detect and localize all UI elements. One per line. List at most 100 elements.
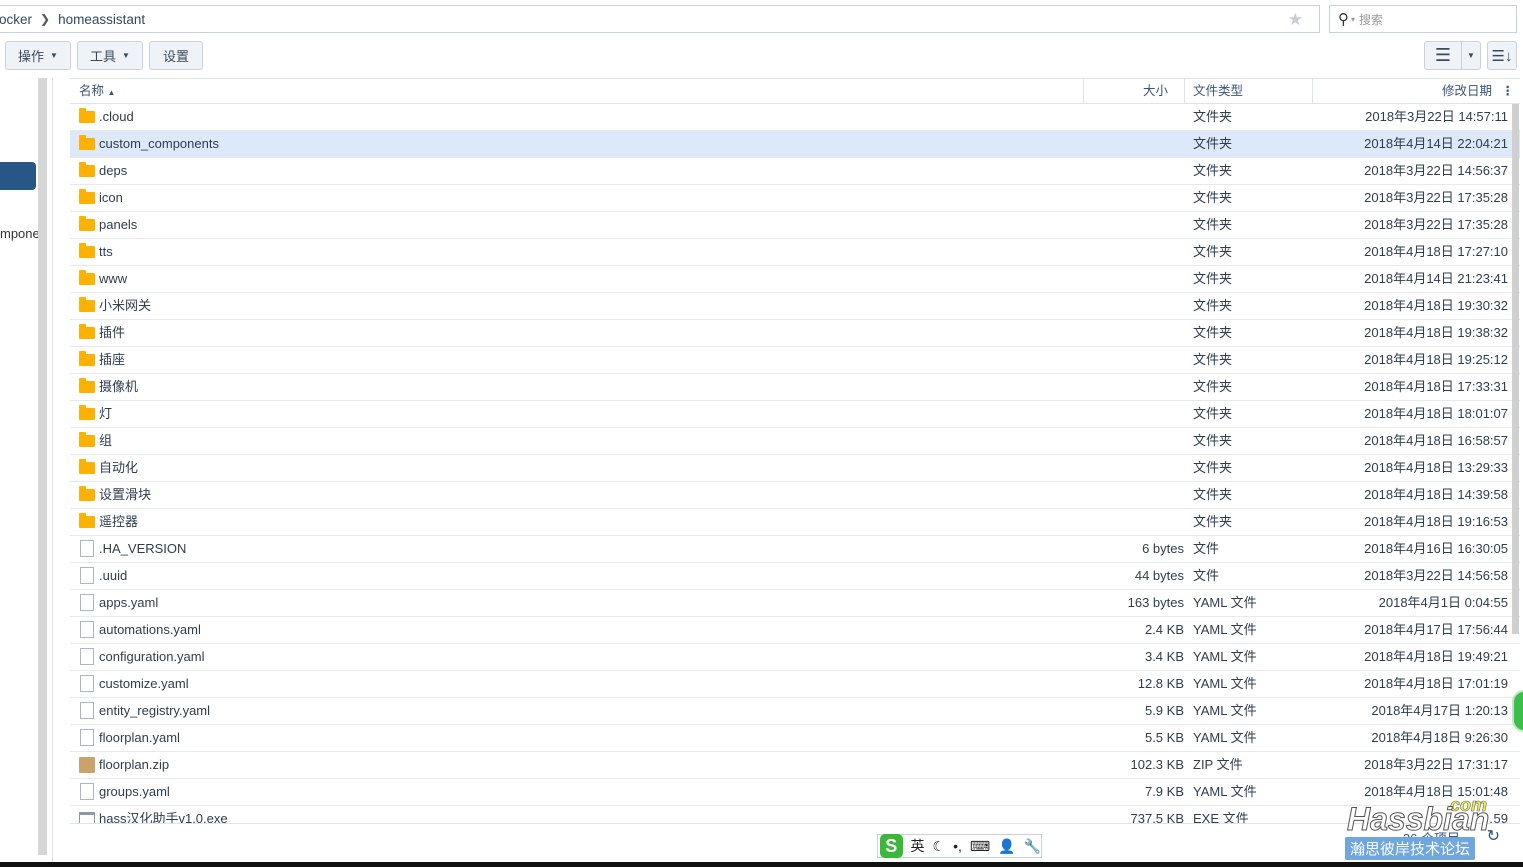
folder-icon xyxy=(79,459,95,474)
folder-icon xyxy=(79,189,95,204)
file-row[interactable]: groups.yaml 7.9 KB YAML 文件 2018年4月18日 15… xyxy=(70,779,1520,806)
file-row[interactable]: .uuid 44 bytes 文件 2018年3月22日 14:56:58 xyxy=(70,563,1520,590)
file-row[interactable]: floorplan.yaml 5.5 KB YAML 文件 2018年4月18日… xyxy=(70,725,1520,752)
floating-button[interactable] xyxy=(1512,690,1523,732)
file-name: floorplan.zip xyxy=(99,757,170,772)
file-type: 文件夹 xyxy=(1193,352,1233,367)
file-modified: 2018年4月18日 19:38:32 xyxy=(1364,325,1508,340)
file-row[interactable]: 设置滑块 文件夹 2018年4月18日 14:39:58 xyxy=(70,482,1520,509)
sidebar-selected-item[interactable] xyxy=(0,162,36,190)
sogou-logo-icon[interactable]: S xyxy=(880,834,903,858)
breadcrumb[interactable]: ocker ❯ homeassistant ★ xyxy=(0,5,1320,33)
divider xyxy=(1083,79,1084,104)
file-size: 44 bytes xyxy=(1134,568,1184,583)
file-name: apps.yaml xyxy=(99,595,159,610)
file-row[interactable]: custom_components 文件夹 2018年4月14日 22:04:2… xyxy=(70,131,1520,158)
file-icon xyxy=(80,783,94,800)
file-row[interactable]: entity_registry.yaml 5.9 KB YAML 文件 2018… xyxy=(70,698,1520,725)
tools-button[interactable]: 工具 ▼ xyxy=(77,41,143,70)
column-size[interactable]: 大小 xyxy=(1143,79,1168,104)
folder-icon xyxy=(79,297,95,312)
file-type: 文件 xyxy=(1193,541,1220,556)
file-row[interactable]: 组 文件夹 2018年4月18日 16:58:57 xyxy=(70,428,1520,455)
punctuation-icon[interactable]: •, xyxy=(953,838,962,854)
file-row[interactable]: configuration.yaml 3.4 KB YAML 文件 2018年4… xyxy=(70,644,1520,671)
sort-icon: ☰↓ xyxy=(1491,47,1513,65)
splitter[interactable] xyxy=(52,78,53,862)
file-type: YAML 文件 xyxy=(1193,595,1257,610)
file-modified: 2018年3月22日 17:31:17 xyxy=(1364,757,1508,772)
list-scrollbar[interactable] xyxy=(1512,104,1519,634)
file-row[interactable]: floorplan.zip 102.3 KB ZIP 文件 2018年3月22日… xyxy=(70,752,1520,779)
caret-down-icon: ▼ xyxy=(50,51,58,60)
file-name: 插件 xyxy=(99,325,126,340)
file-row[interactable]: customize.yaml 12.8 KB YAML 文件 2018年4月18… xyxy=(70,671,1520,698)
file-size: 7.9 KB xyxy=(1144,784,1184,799)
folder-icon xyxy=(79,270,95,285)
file-name: 摄像机 xyxy=(99,379,139,394)
file-row[interactable]: apps.yaml 163 bytes YAML 文件 2018年4月1日 0:… xyxy=(70,590,1520,617)
breadcrumb-current[interactable]: homeassistant xyxy=(58,12,145,27)
file-size: 6 bytes xyxy=(1142,541,1184,556)
file-row[interactable]: panels 文件夹 2018年3月22日 17:35:28 xyxy=(70,212,1520,239)
list-view-button[interactable]: ☰ xyxy=(1424,41,1462,70)
file-icon xyxy=(80,675,94,692)
file-size: 737.5 KB xyxy=(1130,811,1185,823)
file-row[interactable]: 灯 文件夹 2018年4月18日 18:01:07 xyxy=(70,401,1520,428)
file-name: panels xyxy=(99,217,138,232)
list-icon: ☰ xyxy=(1434,45,1452,65)
ime-language[interactable]: 英 xyxy=(911,836,925,856)
caret-down-icon: ▼ xyxy=(122,51,130,60)
file-icon xyxy=(80,621,94,638)
file-name: www xyxy=(99,271,128,286)
file-name: 小米网关 xyxy=(99,298,152,313)
keyboard-icon[interactable]: ⌨ xyxy=(970,838,990,855)
search-icon[interactable]: ⚲ xyxy=(1338,10,1349,28)
file-row[interactable]: tts 文件夹 2018年4月18日 17:27:10 xyxy=(70,239,1520,266)
file-type: YAML 文件 xyxy=(1193,703,1257,718)
file-row[interactable]: 插座 文件夹 2018年4月18日 19:25:12 xyxy=(70,347,1520,374)
file-row[interactable]: 小米网关 文件夹 2018年4月18日 19:30:32 xyxy=(70,293,1520,320)
action-button[interactable]: 操作 ▼ xyxy=(5,41,71,70)
file-type: 文件夹 xyxy=(1193,487,1233,502)
user-icon[interactable]: 👤 xyxy=(998,838,1015,855)
file-row[interactable]: icon 文件夹 2018年3月22日 17:35:28 xyxy=(70,185,1520,212)
file-icon xyxy=(80,729,94,746)
file-row[interactable]: .cloud 文件夹 2018年3月22日 14:57:11 xyxy=(70,104,1520,131)
column-type[interactable]: 文件类型 xyxy=(1193,79,1243,104)
sidebar xyxy=(0,78,36,862)
file-row[interactable]: deps 文件夹 2018年3月22日 14:56:37 xyxy=(70,158,1520,185)
file-row[interactable]: www 文件夹 2018年4月14日 21:23:41 xyxy=(70,266,1520,293)
moon-icon[interactable]: ☾ xyxy=(933,838,946,855)
file-modified: 2018年4月18日 17:27:10 xyxy=(1364,244,1508,259)
file-row[interactable]: automations.yaml 2.4 KB YAML 文件 2018年4月1… xyxy=(70,617,1520,644)
column-name[interactable]: 名称 ▲ xyxy=(79,79,115,104)
search-input[interactable]: ⚲ ▾ 搜索 xyxy=(1329,5,1517,33)
wrench-icon[interactable]: 🔧 xyxy=(1024,838,1041,855)
file-row[interactable]: .HA_VERSION 6 bytes 文件 2018年4月16日 16:30:… xyxy=(70,536,1520,563)
file-row[interactable]: 遥控器 文件夹 2018年4月18日 19:16:53 xyxy=(70,509,1520,536)
star-icon[interactable]: ★ xyxy=(1288,10,1303,30)
file-name: configuration.yaml xyxy=(99,649,205,664)
file-row[interactable]: 自动化 文件夹 2018年4月18日 13:29:33 xyxy=(70,455,1520,482)
file-row[interactable]: hass汉化助手v1.0.exe 737.5 KB EXE 文件 …59 xyxy=(70,806,1520,823)
file-modified: 2018年4月18日 19:30:32 xyxy=(1364,298,1508,313)
sidebar-scrollbar[interactable] xyxy=(38,78,47,855)
ime-toolbar[interactable]: S 英 ☾ •, ⌨ 👤 🔧 xyxy=(877,834,1042,858)
file-type: YAML 文件 xyxy=(1193,676,1257,691)
file-row[interactable]: 插件 文件夹 2018年4月18日 19:38:32 xyxy=(70,320,1520,347)
file-type: 文件夹 xyxy=(1193,298,1233,313)
sort-button[interactable]: ☰↓ xyxy=(1487,41,1517,70)
list-header: 名称 ▲ 大小 文件类型 修改日期 ⋮ xyxy=(70,78,1520,104)
settings-button[interactable]: 设置 xyxy=(149,41,203,70)
column-modified[interactable]: 修改日期 xyxy=(1442,79,1492,104)
view-dropdown-button[interactable]: ▼ xyxy=(1461,41,1481,70)
file-name: entity_registry.yaml xyxy=(99,703,211,718)
file-row[interactable]: 摄像机 文件夹 2018年4月18日 17:33:31 xyxy=(70,374,1520,401)
column-menu-icon[interactable]: ⋮ xyxy=(1502,79,1515,104)
breadcrumb-parent[interactable]: ocker xyxy=(0,12,32,27)
file-size: 3.4 KB xyxy=(1144,649,1184,664)
folder-icon xyxy=(79,378,95,393)
action-label: 操作 xyxy=(18,49,45,64)
file-modified: 2018年4月14日 21:23:41 xyxy=(1364,271,1508,286)
